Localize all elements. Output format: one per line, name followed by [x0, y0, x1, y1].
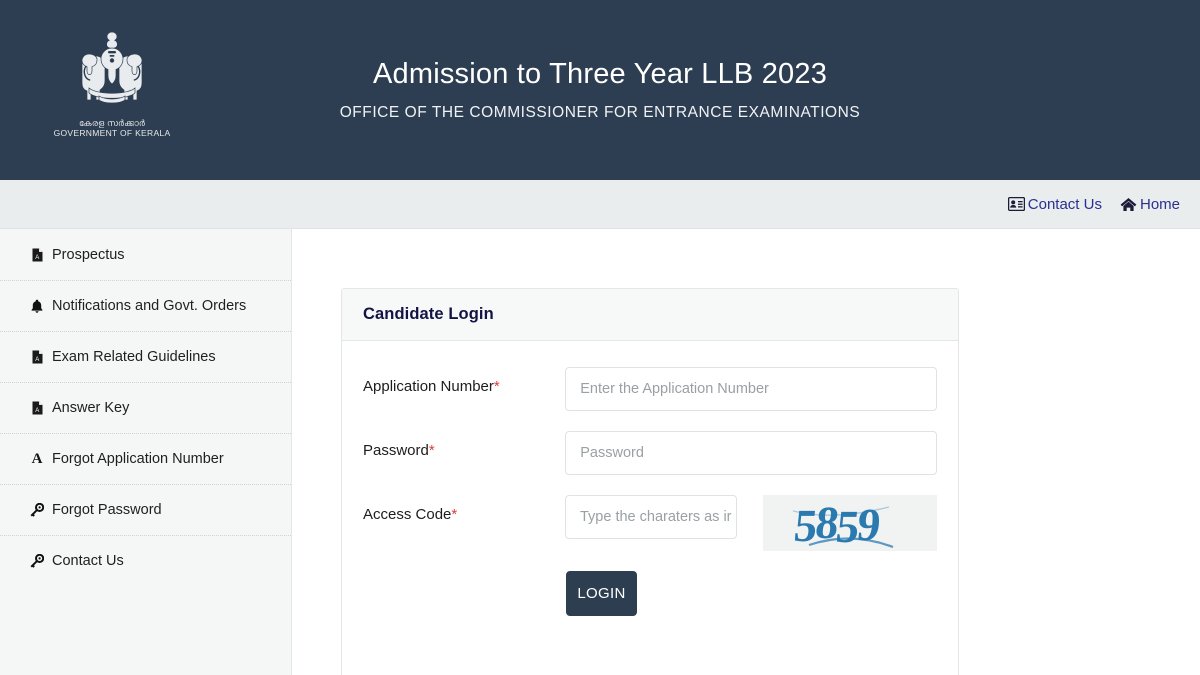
sidebar-item-notifications-label: Notifications and Govt. Orders [52, 298, 247, 314]
home-icon [1120, 197, 1137, 212]
pdf-file-icon: A [30, 248, 44, 262]
sidebar-item-forgot-application-number[interactable]: A Forgot Application Number [0, 433, 291, 484]
key-icon [30, 503, 44, 517]
svg-text:A: A [35, 408, 39, 414]
password-label-text: Password [363, 442, 429, 459]
header-title-block: Admission to Three Year LLB 2023 OFFICE … [0, 0, 1200, 180]
id-card-icon [1007, 197, 1025, 211]
login-button-row: LOGIN [363, 571, 937, 616]
svg-text:A: A [35, 357, 39, 363]
captcha-text: 5859 [792, 497, 883, 551]
sidebar-item-prospectus[interactable]: A Prospectus [0, 229, 291, 280]
password-input[interactable]: Password [565, 431, 937, 475]
sidebar-item-answer-key[interactable]: A Answer Key [0, 382, 291, 433]
access-code-label: Access Code* [363, 495, 565, 524]
nav-link-contact-us-label: Contact Us [1027, 195, 1102, 213]
nav-link-contact-us[interactable]: Contact Us [1007, 195, 1102, 213]
letter-a-icon: A [31, 450, 43, 467]
sidebar-item-prospectus-label: Prospectus [52, 246, 125, 263]
nav-link-home[interactable]: Home [1120, 196, 1180, 213]
pdf-file-icon: A [30, 350, 44, 364]
access-code-input[interactable]: Type the charaters as ir [565, 495, 737, 539]
top-navbar: Contact Us Home [0, 180, 1200, 229]
svg-text:A: A [35, 255, 39, 261]
form-row-application-number: Application Number* Enter the Applicatio… [363, 367, 937, 411]
bell-icon [30, 299, 44, 313]
candidate-login-card: Candidate Login Application Number* Ente… [341, 288, 959, 675]
page-root: കേരള സർക്കാർ GOVERNMENT OF KERALA Admiss… [0, 0, 1200, 675]
sidebar-item-contact-us-label: Contact Us [52, 553, 124, 569]
sidebar-item-answer-key-label: Answer Key [52, 400, 130, 416]
sidebar-item-forgot-password[interactable]: Forgot Password [0, 484, 291, 535]
login-button[interactable]: LOGIN [566, 571, 637, 616]
required-marker: * [428, 442, 435, 459]
password-placeholder: Password [580, 445, 644, 461]
application-number-label: Application Number* [363, 367, 565, 396]
application-number-label-text: Application Number [363, 378, 494, 395]
application-number-input[interactable]: Enter the Application Number [565, 367, 937, 411]
captcha-image[interactable]: 5859 [763, 495, 937, 551]
sidebar-menu: A Prospectus Notifications and Govt. Ord… [0, 229, 292, 675]
sidebar-item-forgot-application-number-label: Forgot Application Number [52, 451, 224, 467]
pdf-file-icon: A [30, 401, 44, 415]
key-icon [30, 554, 44, 568]
nav-link-home-label: Home [1139, 195, 1180, 213]
form-row-access-code: Access Code* Type the charaters as ir 58… [363, 495, 937, 551]
login-form: Application Number* Enter the Applicatio… [342, 341, 958, 616]
access-code-row: Type the charaters as ir 5859 [565, 495, 937, 551]
required-marker: * [451, 506, 458, 523]
required-marker: * [493, 378, 500, 395]
sidebar-item-exam-guidelines-label: Exam Related Guidelines [52, 349, 216, 365]
card-title: Candidate Login [363, 305, 494, 323]
password-label: Password* [363, 431, 565, 460]
sidebar-item-forgot-password-label: Forgot Password [52, 502, 162, 518]
access-code-placeholder: Type the charaters as ir [580, 509, 732, 525]
card-header: Candidate Login [342, 289, 958, 341]
page-subtitle: OFFICE OF THE COMMISSIONER FOR ENTRANCE … [339, 104, 861, 122]
site-header: കേരള സർക്കാർ GOVERNMENT OF KERALA Admiss… [0, 0, 1200, 180]
page-title: Admission to Three Year LLB 2023 [372, 58, 828, 91]
application-number-placeholder: Enter the Application Number [580, 381, 769, 397]
form-row-password: Password* Password [363, 431, 937, 475]
sidebar-item-contact-us[interactable]: Contact Us [0, 535, 291, 586]
sidebar-item-exam-guidelines[interactable]: A Exam Related Guidelines [0, 331, 291, 382]
sidebar-item-notifications[interactable]: Notifications and Govt. Orders [0, 280, 291, 331]
access-code-label-text: Access Code [363, 506, 452, 523]
